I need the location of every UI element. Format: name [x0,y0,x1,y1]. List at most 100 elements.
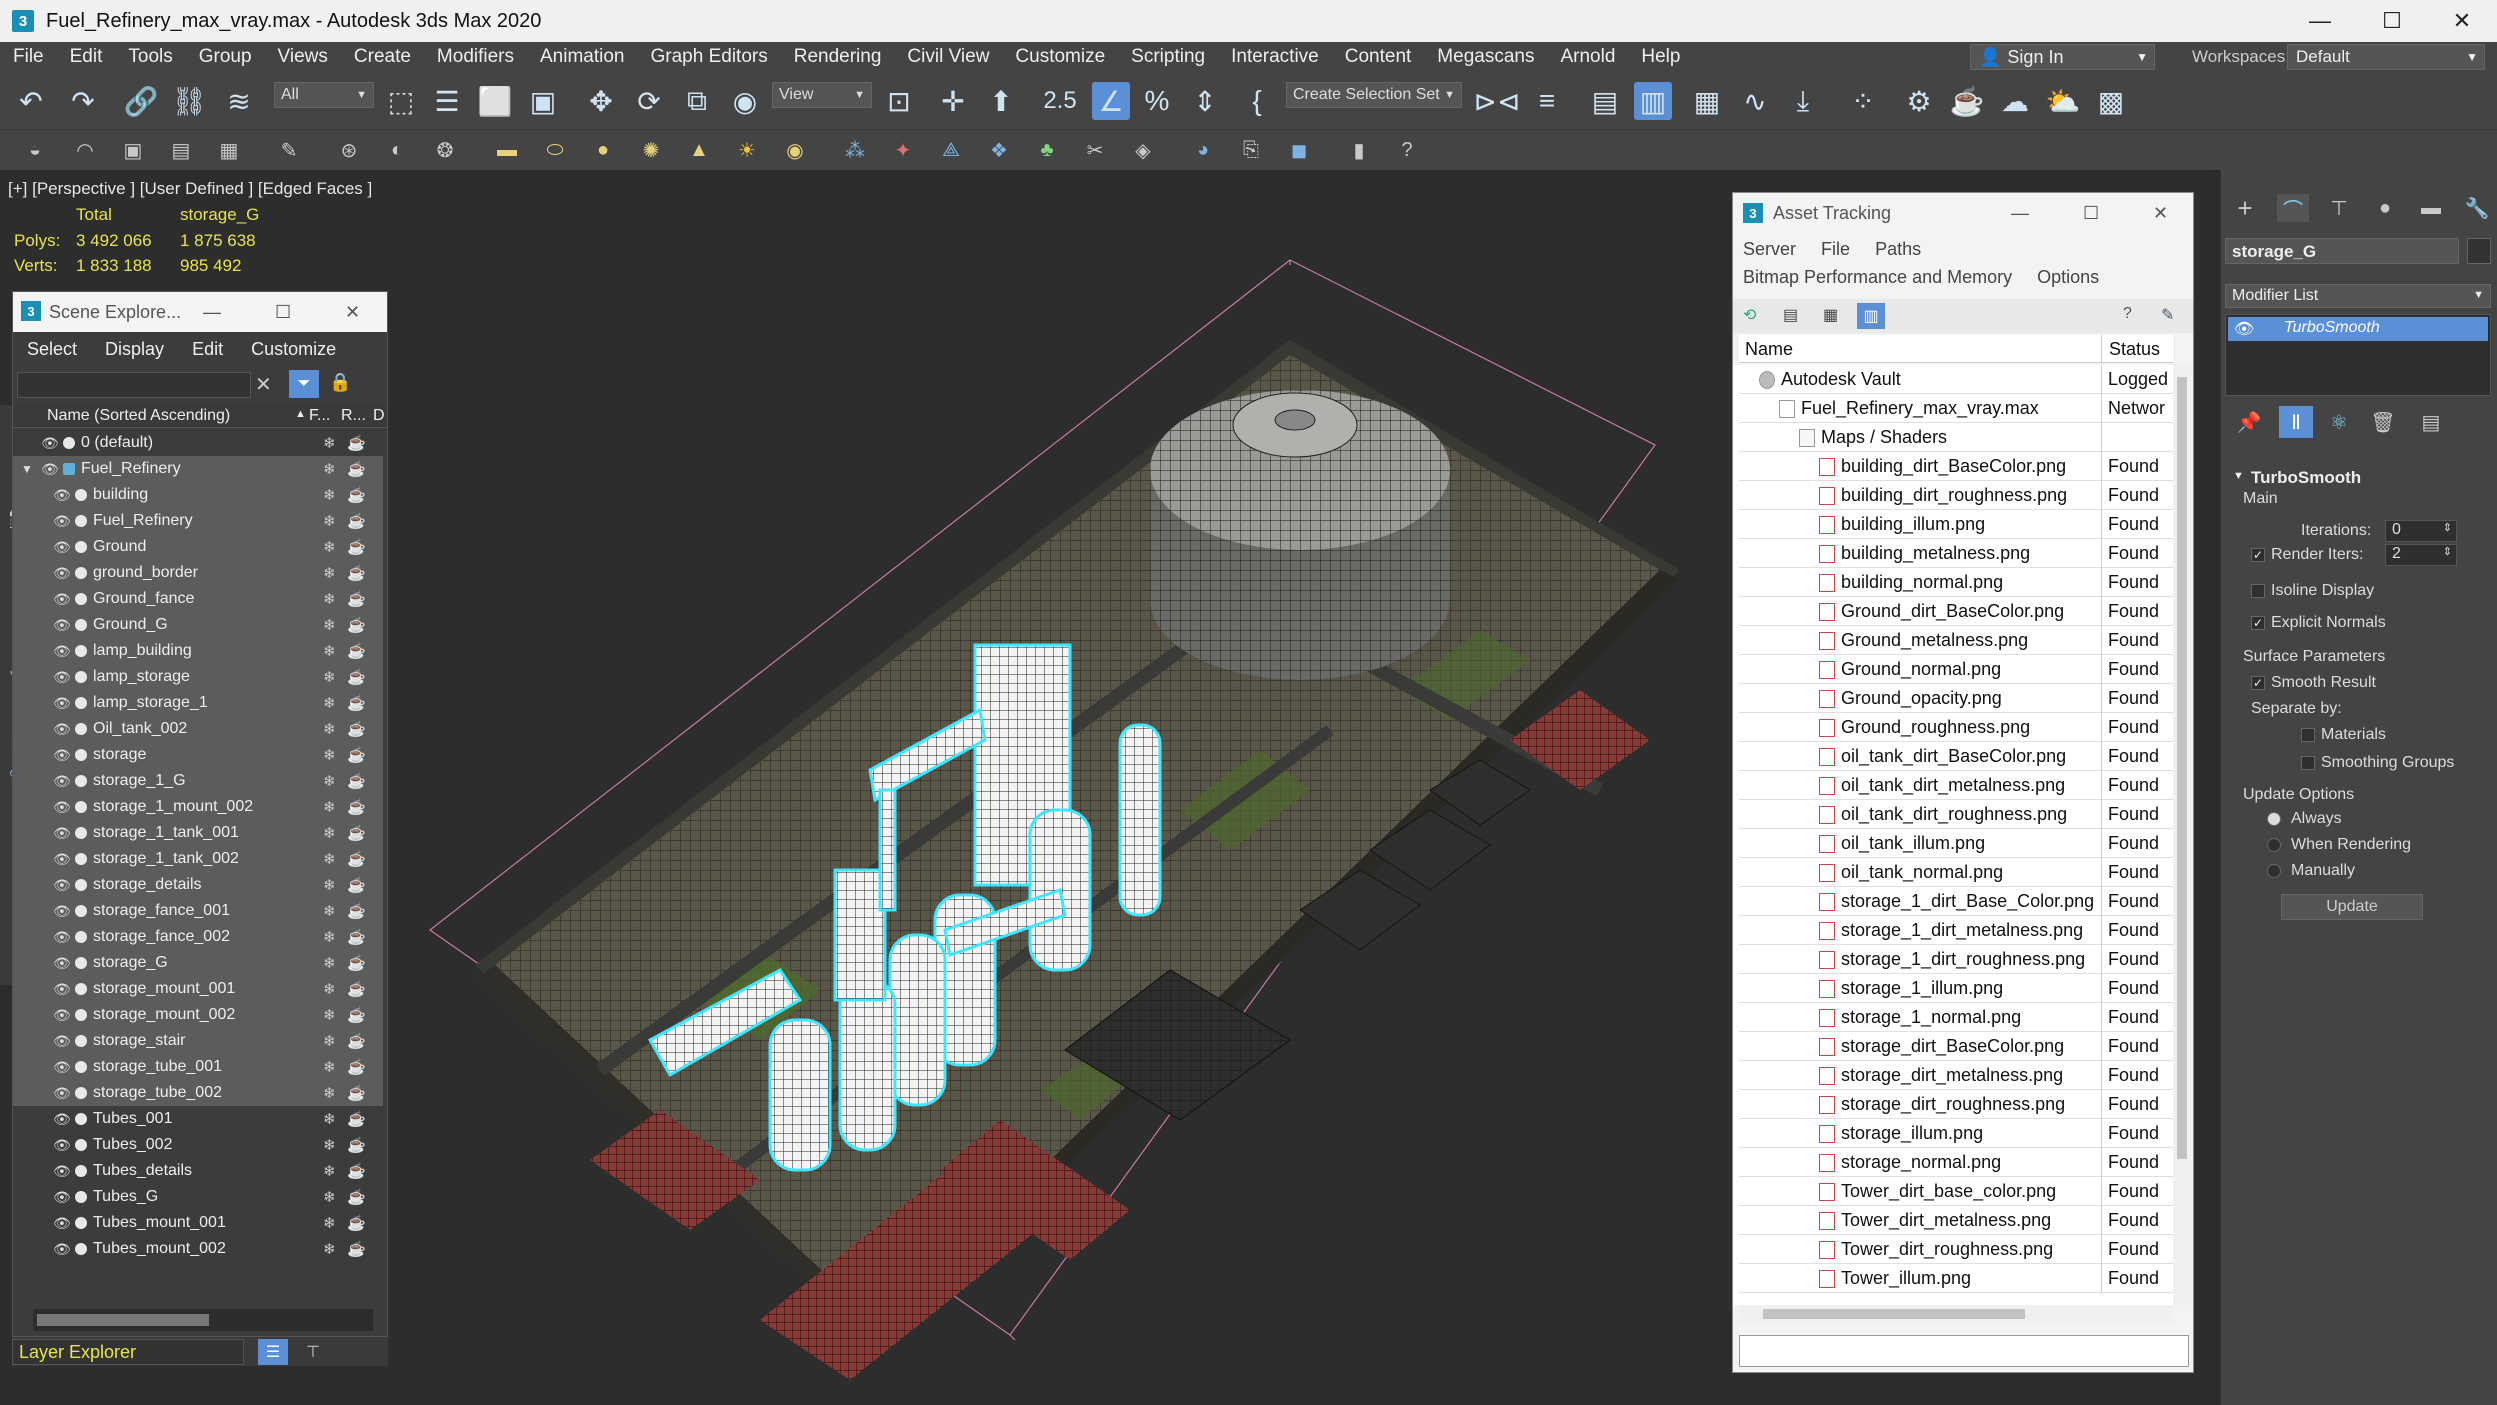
vray-material-icon[interactable]: ◕ [1190,138,1216,162]
tree-view-icon[interactable]: ▥ [1857,303,1885,329]
asset-tree-row[interactable]: Ground_metalness.png Found [1739,626,2173,655]
pin-icon[interactable]: ✎ [2161,305,2174,325]
visibility-eye-icon[interactable]: 👁 [53,1189,71,1206]
link-icon[interactable]: 🔗 [124,84,159,118]
freeze-icon[interactable]: ❄ [323,512,336,530]
freeze-icon[interactable]: ❄ [323,876,336,894]
menu-tools[interactable]: Tools [115,46,185,68]
frame-icon[interactable]: ▣ [120,138,146,162]
menu-edit[interactable]: Edit [57,46,116,68]
visibility-eye-icon[interactable]: 👁 [53,539,71,556]
horizontal-scrollbar[interactable] [1739,1305,2173,1323]
minimize-button[interactable]: — [203,302,221,323]
renderable-icon[interactable]: ☕ [347,434,366,452]
column-status[interactable]: Status [2109,339,2160,360]
renderable-icon[interactable]: ☕ [347,1240,366,1258]
scene-tree-row[interactable]: 👁 storage_mount_002 ❄ ☕ [13,1002,383,1028]
asset-tree-row[interactable]: storage_1_normal.png Found [1739,1003,2173,1032]
visibility-eye-icon[interactable]: 👁 [41,461,59,478]
modifier-stack-item[interactable]: 👁 TurboSmooth [2228,317,2488,341]
vertical-scrollbar[interactable] [2173,365,2191,1305]
freeze-icon[interactable]: ❄ [323,980,336,998]
asset-tree-row[interactable]: storage_1_dirt_roughness.png Found [1739,945,2173,974]
freeze-icon[interactable]: ❄ [323,772,336,790]
decal-icon[interactable]: ❖ [986,138,1012,162]
help-icon[interactable]: ? [1394,138,1420,162]
freeze-icon[interactable]: ❄ [323,902,336,920]
rendered-frame-window-icon[interactable]: ☕ [1950,84,1985,118]
make-unique-icon[interactable]: ⚛ [2325,408,2353,436]
menu-select[interactable]: Select [13,339,91,360]
renderable-icon[interactable]: ☕ [347,1214,366,1232]
visibility-eye-icon[interactable]: 👁 [53,955,71,972]
sky-icon[interactable]: ◠ [72,138,98,162]
menu-arnold[interactable]: Arnold [1547,46,1628,68]
file-icon[interactable]: ▤ [168,138,194,162]
lock-icon[interactable]: 🔒 [329,372,351,393]
asset-tree-row[interactable]: Tower_dirt_base_color.png Found [1739,1177,2173,1206]
manually-radio[interactable] [2267,864,2281,878]
menu-help[interactable]: Help [1628,46,1693,68]
freeze-icon[interactable]: ❄ [323,642,336,660]
object-color-swatch[interactable] [2467,238,2491,264]
help-icon[interactable]: ? [2123,305,2132,323]
volume-icon[interactable]: ♣ [1034,138,1060,162]
freeze-icon[interactable]: ❄ [323,1162,336,1180]
menu-server[interactable]: Server [1743,239,1796,259]
visibility-eye-icon[interactable]: 👁 [53,1137,71,1154]
table-icon[interactable]: ▦ [216,138,242,162]
always-radio[interactable] [2267,812,2281,826]
render-iters-spinner[interactable]: 2 ⇕ [2385,544,2457,566]
scene-tree-row[interactable]: 👁 ▼ Fuel_Refinery ❄ ☕ [13,456,383,482]
asset-tracking-titlebar[interactable]: 3 Asset Tracking — ☐ ✕ [1733,193,2193,233]
visibility-eye-icon[interactable]: 👁 [53,1163,71,1180]
renderable-icon[interactable]: ☕ [347,1032,366,1050]
clear-search-icon[interactable]: ✕ [255,372,272,397]
hierarchy-icon[interactable]: ⊤ [298,1339,328,1365]
schematic-view-icon[interactable]: ⤓ [1786,84,1820,118]
enmesh-icon[interactable]: ◈ [1130,138,1156,162]
list-view-icon[interactable]: ▤ [1783,305,1798,325]
renderable-icon[interactable]: ☕ [347,928,366,946]
renderable-icon[interactable]: ☕ [347,1162,366,1180]
asset-tree-row[interactable]: Tower_illum.png Found [1739,1264,2173,1293]
renderable-icon[interactable]: ☕ [347,616,366,634]
visibility-eye-icon[interactable]: 👁 [53,981,71,998]
freeze-icon[interactable]: ❄ [323,928,336,946]
freeze-icon[interactable]: ❄ [323,824,336,842]
menu-customize[interactable]: Customize [1002,46,1118,68]
rectangular-selection-icon[interactable]: ⬜ [478,84,513,118]
freeze-icon[interactable]: ❄ [323,798,336,816]
asset-tree-row[interactable]: oil_tank_illum.png Found [1739,829,2173,858]
asset-tree-row[interactable]: Maps / Shaders [1739,423,2173,452]
visibility-eye-icon[interactable]: 👁 [53,1033,71,1050]
minimize-button[interactable]: — [2285,0,2355,42]
plane-icon[interactable]: ⟁ [938,138,964,162]
freeze-icon[interactable]: ❄ [323,486,336,504]
keyboard-shortcut-override-icon[interactable]: ⬆ [984,84,1018,118]
renderable-icon[interactable]: ☕ [347,876,366,894]
ies-light-icon[interactable]: ✺ [638,138,664,162]
asset-tree-row[interactable]: Tower_dirt_metalness.png Found [1739,1206,2173,1235]
freeze-icon[interactable]: ❄ [323,1136,336,1154]
asset-tree-row[interactable]: Tower_dirt_roughness.png Found [1739,1235,2173,1264]
mesh-light-icon[interactable]: ❂ [432,138,458,162]
rotate-icon[interactable]: ⟳ [632,84,666,118]
visibility-eye-icon[interactable]: 👁 [53,669,71,686]
scene-tree-row[interactable]: 👁 Ground_G ❄ ☕ [13,612,383,638]
menu-views[interactable]: Views [265,46,341,68]
column-name[interactable]: Name [1745,339,1793,360]
renderable-icon[interactable]: ☕ [347,1136,366,1154]
renderable-icon[interactable]: ☕ [347,512,366,530]
menu-paths[interactable]: Paths [1875,239,1921,259]
scene-tree-row[interactable]: 👁 Ground ❄ ☕ [13,534,383,560]
renderable-icon[interactable]: ☕ [347,590,366,608]
sphere-icon[interactable]: ● [590,138,616,162]
proxy-icon[interactable]: ⁂ [842,138,868,162]
renderable-icon[interactable]: ☕ [347,850,366,868]
modify-tab-icon[interactable]: ⌒ [2277,194,2309,222]
menu-bitmap-performance[interactable]: Bitmap Performance and Memory [1743,267,2012,287]
snap-toggle-icon[interactable]: 2.5 [1040,84,1080,118]
freeze-icon[interactable]: ❄ [323,954,336,972]
visibility-eye-icon[interactable]: 👁 [53,1085,71,1102]
